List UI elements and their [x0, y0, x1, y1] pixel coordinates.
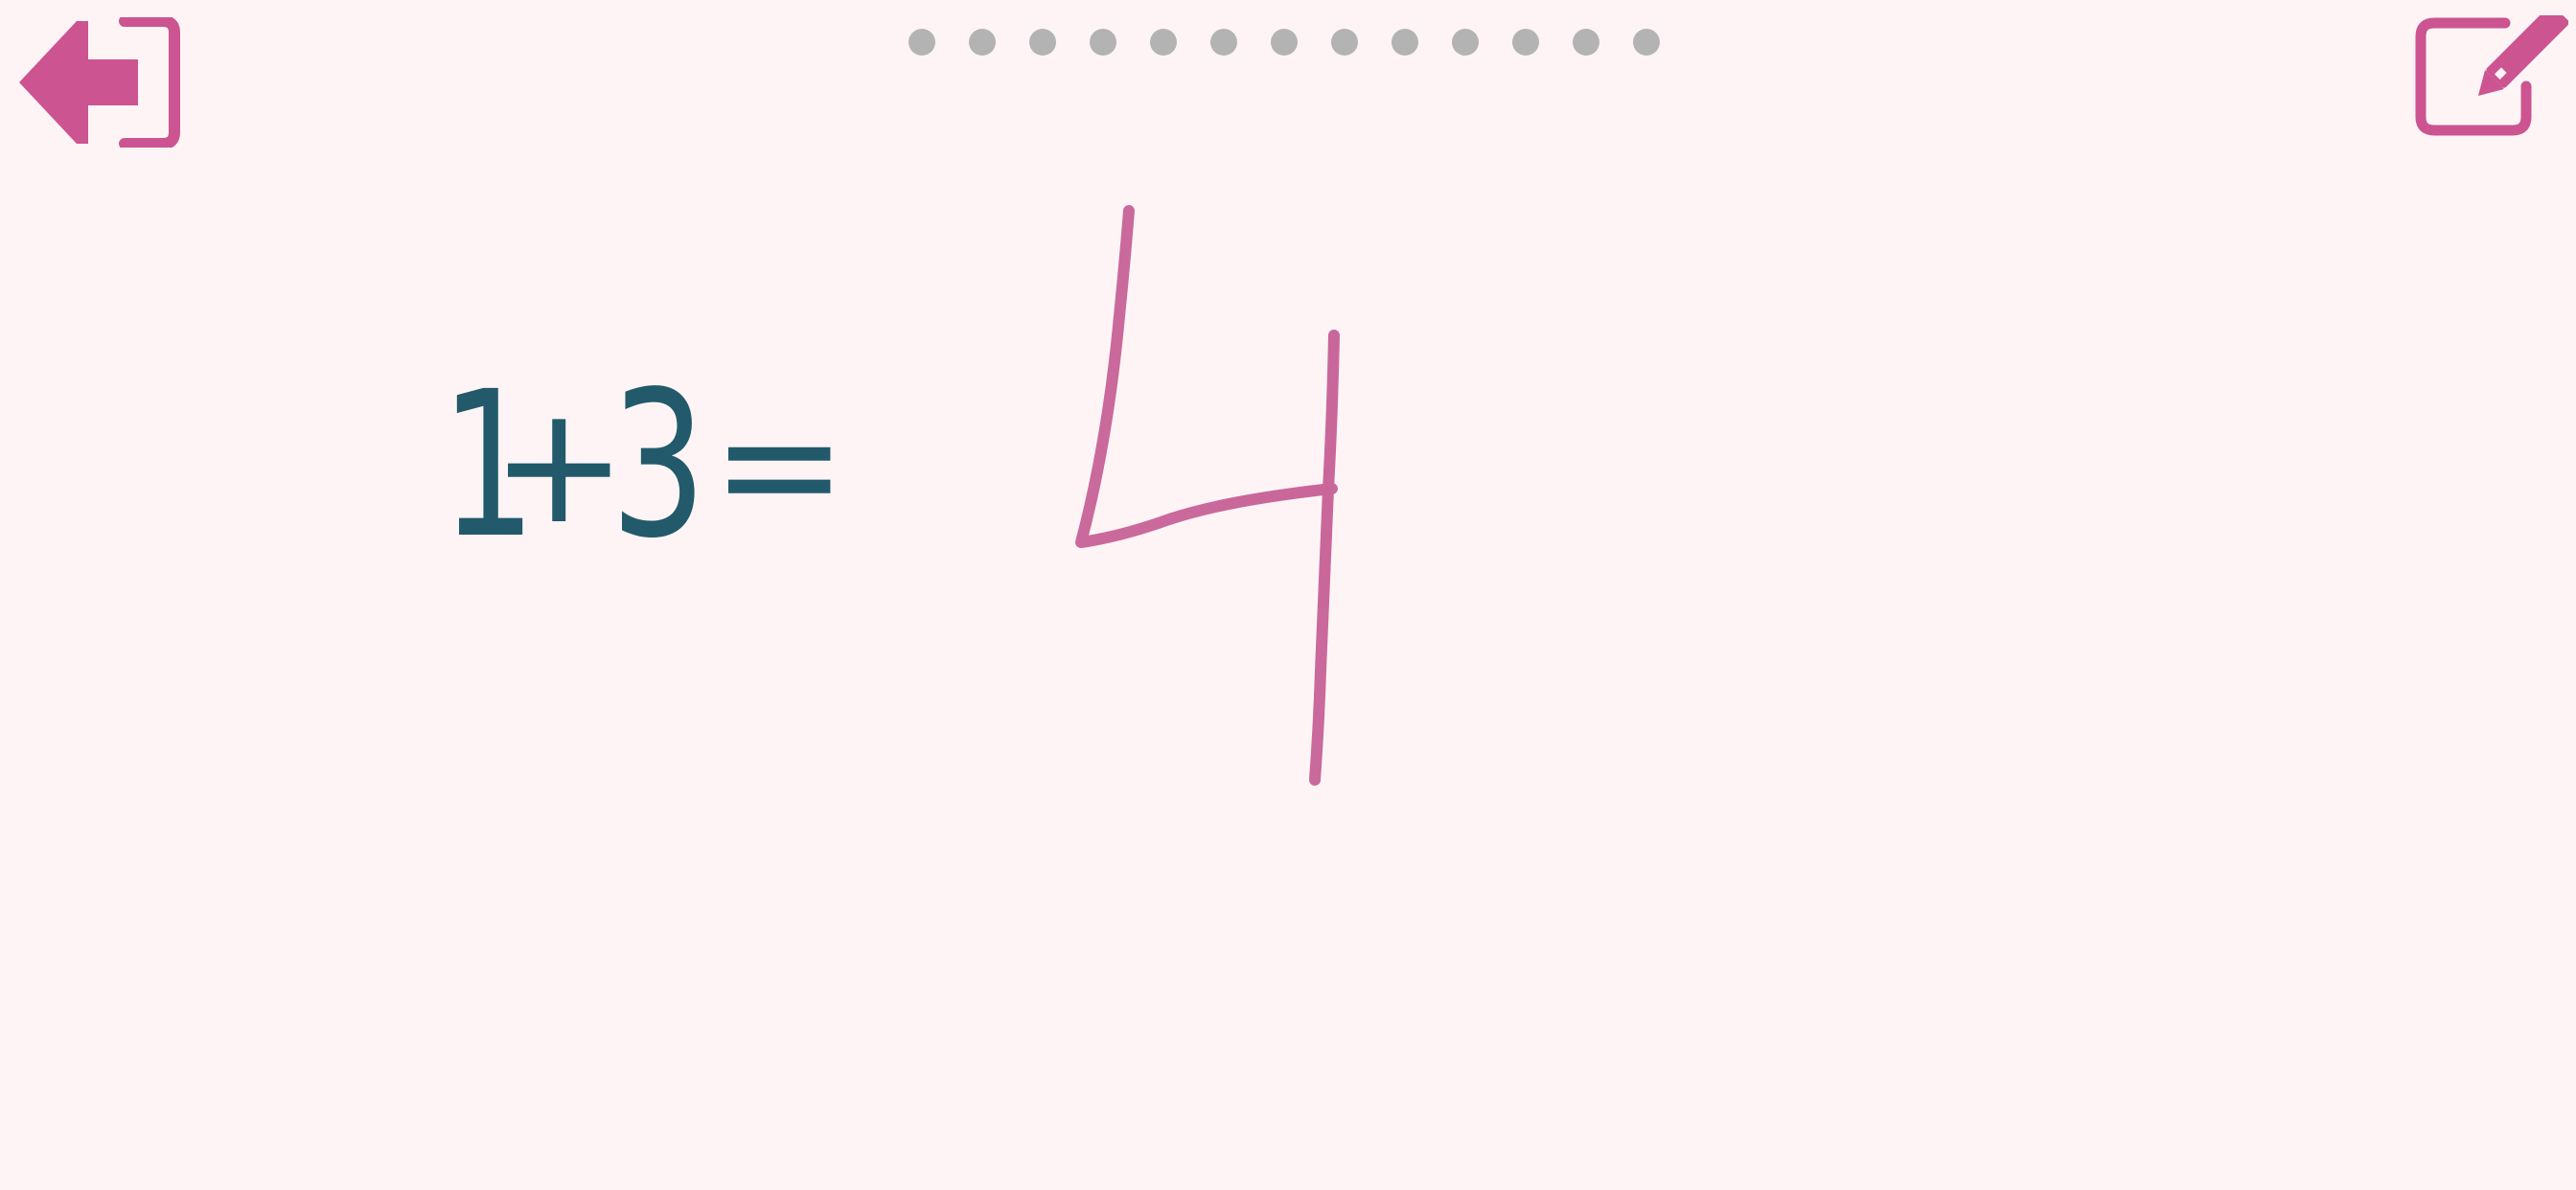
progress-dot[interactable]: [1512, 29, 1539, 56]
exit-button[interactable]: [19, 15, 182, 149]
progress-dot[interactable]: [1029, 29, 1056, 56]
operand-b: 3: [610, 348, 707, 583]
progress-dot[interactable]: [908, 29, 935, 56]
answer-drawing-area[interactable]: [1006, 172, 1390, 824]
exit-arrow-icon: [19, 15, 180, 149]
progress-dot[interactable]: [1210, 29, 1237, 56]
stroke-diagonal: [1075, 205, 1338, 548]
edit-pencil-icon: [2415, 5, 2569, 136]
progress-dot[interactable]: [1331, 29, 1358, 56]
math-equation: 1 + 3 =: [433, 348, 848, 583]
progress-dot[interactable]: [1150, 29, 1177, 56]
progress-dot[interactable]: [969, 29, 996, 56]
progress-dot[interactable]: [1392, 29, 1418, 56]
equals-sign: =: [711, 371, 848, 561]
edit-button[interactable]: [2413, 5, 2569, 138]
progress-dot[interactable]: [1633, 29, 1660, 56]
handwritten-answer-strokes: [1075, 205, 1340, 786]
progress-dot[interactable]: [1090, 29, 1116, 56]
progress-dots: [908, 29, 1660, 56]
progress-dot[interactable]: [1573, 29, 1599, 56]
stroke-vertical: [1309, 330, 1340, 786]
progress-dot[interactable]: [1271, 29, 1298, 56]
operand-a: 1: [440, 348, 537, 583]
progress-dot[interactable]: [1452, 29, 1479, 56]
